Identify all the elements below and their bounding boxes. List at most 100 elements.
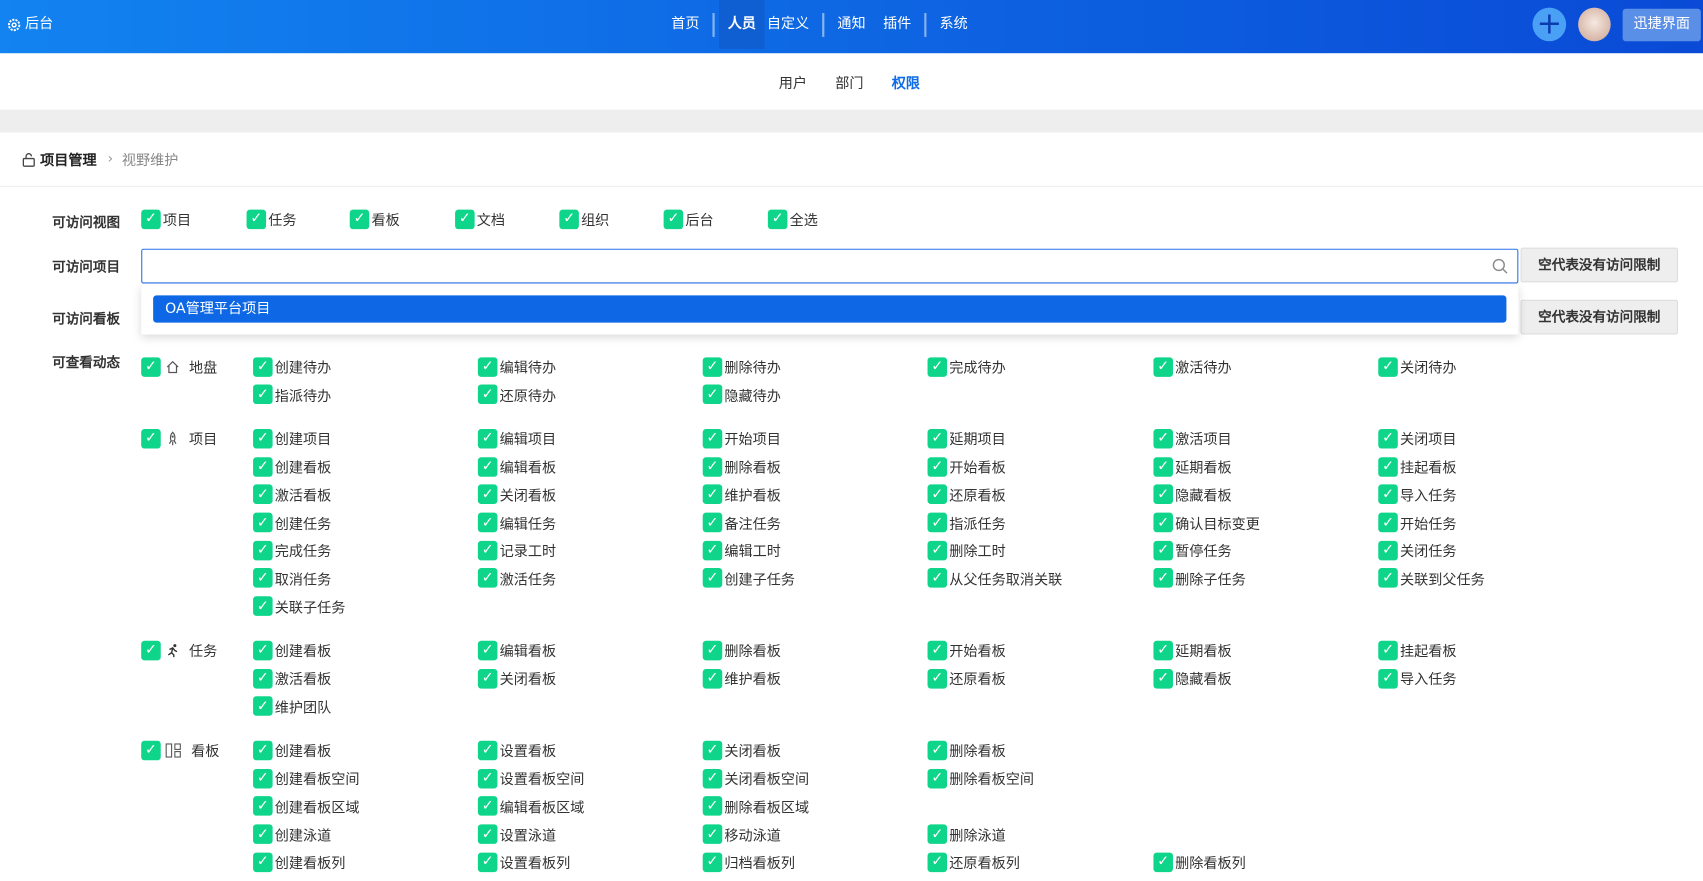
checkbox-checked-icon[interactable]: ✓ [702,540,723,561]
permission-checkbox[interactable]: ✓ 设置泳道 [477,824,556,844]
permission-checkbox[interactable]: ✓ 导入任务 [1378,484,1456,505]
permission-checkbox[interactable]: ✓ 关闭看板 [702,740,781,761]
checkbox-checked-icon[interactable]: ✓ [253,640,273,661]
checkbox-checked-icon[interactable]: ✓ [702,852,723,872]
checkbox-checked-icon[interactable]: ✓ [927,768,948,789]
checkbox-checked-icon[interactable]: ✓ [767,209,788,229]
permission-checkbox[interactable]: ✓ 取消任务 [253,568,331,589]
checkbox-checked-icon[interactable]: ✓ [1153,640,1173,661]
checkbox-checked-icon[interactable]: ✓ [141,640,161,661]
permission-checkbox[interactable]: ✓ 创建看板空间 [253,768,360,789]
checkbox-checked-icon[interactable]: ✓ [1153,668,1173,689]
checkbox-checked-icon[interactable]: ✓ [477,668,498,689]
permission-checkbox[interactable]: ✓ 开始任务 [1378,512,1456,533]
permission-checkbox[interactable]: ✓ 删除待办 [702,356,781,377]
permission-checkbox[interactable]: ✓ 激活待办 [1153,356,1232,377]
project-search-input[interactable] [141,248,1519,284]
checkbox-checked-icon[interactable]: ✓ [253,824,273,844]
permission-checkbox[interactable]: ✓ 归档看板列 [702,852,795,872]
checkbox-checked-icon[interactable]: ✓ [349,209,370,229]
permission-checkbox[interactable]: ✓ 编辑任务 [477,512,556,533]
checkbox-checked-icon[interactable]: ✓ [1153,456,1173,477]
checkbox-checked-icon[interactable]: ✓ [702,384,723,405]
checkbox-checked-icon[interactable]: ✓ [253,796,273,816]
permission-checkbox[interactable]: ✓ 创建子任务 [702,568,795,589]
permission-checkbox[interactable]: ✓ 指派任务 [927,512,1006,533]
permission-checkbox[interactable]: ✓ 关闭项目 [1378,428,1456,449]
checkbox-checked-icon[interactable]: ✓ [253,512,273,533]
checkbox-checked-icon[interactable]: ✓ [1378,568,1398,589]
checkbox-checked-icon[interactable]: ✓ [702,668,723,689]
permission-checkbox[interactable]: ✓ 维护团队 [253,696,331,716]
nav-system[interactable]: 系统 [931,0,977,49]
nav-plugins[interactable]: 插件 [874,0,920,49]
permission-checkbox[interactable]: ✓ 编辑看板 [477,640,556,661]
checkbox-checked-icon[interactable]: ✓ [702,640,723,661]
checkbox-checked-icon[interactable]: ✓ [1378,456,1398,477]
checkbox-checked-icon[interactable]: ✓ [477,568,498,589]
checkbox-checked-icon[interactable]: ✓ [1378,668,1398,689]
view-checkbox[interactable]: ✓ 项目 [141,209,191,229]
permission-checkbox[interactable]: ✓ 激活看板 [253,484,331,505]
checkbox-checked-icon[interactable]: ✓ [1378,484,1398,505]
boards-no-limit-button[interactable]: 空代表没有访问限制 [1520,299,1679,335]
permission-checkbox[interactable]: ✓ 延期项目 [927,428,1006,449]
permission-checkbox[interactable]: ✓ 开始项目 [702,428,781,449]
checkbox-checked-icon[interactable]: ✓ [927,540,948,561]
group-checkbox[interactable]: ✓ 项目 [141,428,217,449]
permission-checkbox[interactable]: ✓ 删除子任务 [1153,568,1246,589]
permission-checkbox[interactable]: ✓ 设置看板空间 [477,768,584,789]
checkbox-checked-icon[interactable]: ✓ [477,484,498,505]
permission-checkbox[interactable]: ✓ 维护看板 [702,668,781,689]
checkbox-checked-icon[interactable]: ✓ [477,768,498,789]
permission-checkbox[interactable]: ✓ 删除看板列 [1153,852,1246,872]
checkbox-checked-icon[interactable]: ✓ [1378,540,1398,561]
checkbox-checked-icon[interactable]: ✓ [477,456,498,477]
checkbox-checked-icon[interactable]: ✓ [253,484,273,505]
permission-checkbox[interactable]: ✓ 挂起看板 [1378,456,1456,477]
permission-checkbox[interactable]: ✓ 关闭待办 [1378,356,1456,377]
permission-checkbox[interactable]: ✓ 删除看板 [927,740,1006,761]
group-checkbox[interactable]: ✓ 地盘 [141,356,217,377]
checkbox-checked-icon[interactable]: ✓ [1153,484,1173,505]
permission-checkbox[interactable]: ✓ 开始看板 [927,640,1006,661]
checkbox-checked-icon[interactable]: ✓ [927,356,948,377]
checkbox-checked-icon[interactable]: ✓ [253,740,273,761]
quick-interface-button[interactable]: 迅捷界面 [1622,8,1701,42]
checkbox-checked-icon[interactable]: ✓ [702,456,723,477]
permission-checkbox[interactable]: ✓ 关闭任务 [1378,540,1456,561]
permission-checkbox[interactable]: ✓ 隐藏待办 [702,384,781,405]
checkbox-checked-icon[interactable]: ✓ [927,568,948,589]
group-checkbox[interactable]: ✓ 任务 [141,640,217,661]
permission-checkbox[interactable]: ✓ 删除看板 [702,456,781,477]
checkbox-checked-icon[interactable]: ✓ [927,640,948,661]
checkbox-checked-icon[interactable]: ✓ [1153,568,1173,589]
checkbox-checked-icon[interactable]: ✓ [702,796,723,816]
permission-checkbox[interactable]: ✓ 暂停任务 [1153,540,1232,561]
checkbox-checked-icon[interactable]: ✓ [477,384,498,405]
admin-brand[interactable]: 后台 [7,0,53,49]
permission-checkbox[interactable]: ✓ 创建看板列 [253,852,345,872]
permission-checkbox[interactable]: ✓ 完成待办 [927,356,1006,377]
checkbox-checked-icon[interactable]: ✓ [253,568,273,589]
permission-checkbox[interactable]: ✓ 挂起看板 [1378,640,1456,661]
permission-checkbox[interactable]: ✓ 删除泳道 [927,824,1006,844]
permission-checkbox[interactable]: ✓ 删除看板区域 [702,796,809,817]
checkbox-checked-icon[interactable]: ✓ [702,484,723,505]
checkbox-checked-icon[interactable]: ✓ [477,852,498,872]
view-checkbox[interactable]: ✓ 任务 [246,209,297,229]
checkbox-checked-icon[interactable]: ✓ [253,668,273,689]
permission-checkbox[interactable]: ✓ 开始看板 [927,456,1006,477]
tab-users[interactable]: 用户 [779,71,807,91]
nav-people[interactable]: 人员 [719,0,765,49]
checkbox-checked-icon[interactable]: ✓ [141,428,161,449]
checkbox-checked-icon[interactable]: ✓ [477,512,498,533]
permission-checkbox[interactable]: ✓ 设置看板列 [477,852,570,872]
checkbox-checked-icon[interactable]: ✓ [477,540,498,561]
checkbox-checked-icon[interactable]: ✓ [1153,540,1173,561]
permission-checkbox[interactable]: ✓ 从父任务取消关联 [927,568,1062,589]
tab-permissions[interactable]: 权限 [892,71,920,91]
checkbox-checked-icon[interactable]: ✓ [663,209,684,229]
checkbox-checked-icon[interactable]: ✓ [141,356,161,377]
checkbox-checked-icon[interactable]: ✓ [927,428,948,449]
